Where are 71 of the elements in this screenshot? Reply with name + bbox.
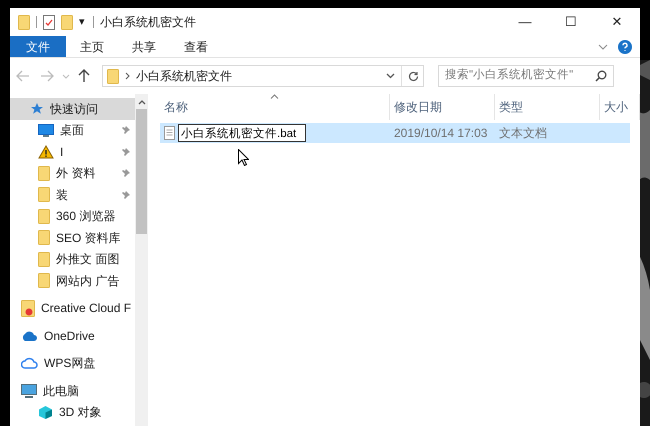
chevron-right-icon bbox=[125, 72, 130, 80]
star-icon bbox=[30, 102, 44, 116]
folder-icon bbox=[107, 68, 119, 84]
path-text: 小白系统机密文件 bbox=[136, 68, 232, 85]
column-header[interactable]: 名称 bbox=[160, 94, 390, 120]
ribbon-tab[interactable]: 文件 bbox=[10, 36, 66, 57]
pin-icon[interactable] bbox=[121, 146, 131, 157]
rename-field[interactable]: 小白系统机密文件.bat bbox=[178, 124, 306, 142]
column-header[interactable]: 类型 bbox=[495, 94, 600, 120]
help-icon[interactable] bbox=[618, 40, 632, 54]
folder-icon bbox=[38, 166, 50, 181]
pin-icon[interactable] bbox=[121, 125, 131, 136]
scrollbar-thumb[interactable] bbox=[136, 109, 147, 234]
ribbon-tab[interactable]: 主页 bbox=[66, 36, 118, 57]
sidebar-item[interactable]: 此电脑 bbox=[10, 380, 135, 402]
maximize-button[interactable]: ☐ bbox=[548, 8, 594, 36]
mouse-pointer-icon bbox=[238, 149, 249, 166]
cube-icon bbox=[38, 404, 53, 420]
search-field[interactable]: 搜索"小白系统机密文件" bbox=[438, 65, 614, 87]
cloud-icon bbox=[21, 357, 38, 370]
column-header[interactable]: 修改日期 bbox=[390, 94, 495, 120]
folder-icon bbox=[18, 14, 30, 30]
monitor-icon bbox=[38, 124, 54, 137]
folder-icon bbox=[38, 273, 50, 288]
sidebar-item[interactable]: 装 bbox=[10, 184, 135, 206]
scrollbar[interactable] bbox=[135, 94, 148, 426]
folder-icon bbox=[38, 230, 50, 246]
folder-icon bbox=[38, 252, 50, 267]
table-cell-text: 文本文档 bbox=[498, 125, 548, 142]
window-title: 小白系统机密文件 bbox=[100, 14, 196, 31]
folder-icon bbox=[38, 208, 50, 224]
sidebar-item[interactable]: 360 浏览器 bbox=[10, 206, 135, 227]
sidebar-item[interactable]: 网站内 广告 bbox=[10, 270, 135, 292]
properties-icon[interactable] bbox=[43, 14, 55, 30]
sidebar-item[interactable]: WPS网盘 bbox=[10, 352, 135, 374]
sidebar-item[interactable]: 3D 对象 bbox=[10, 402, 135, 423]
up-arrow-icon[interactable] bbox=[78, 69, 90, 83]
refresh-icon[interactable] bbox=[408, 70, 419, 82]
column-header[interactable]: 大小 bbox=[600, 94, 640, 120]
folder-icon bbox=[61, 14, 73, 30]
chevron-down-icon[interactable] bbox=[598, 44, 608, 50]
sidebar-item[interactable]: 快速访问 bbox=[10, 98, 135, 120]
table-cell-text: 2019/10/14 17:03 bbox=[393, 125, 488, 142]
warning-icon bbox=[38, 144, 54, 159]
close-button[interactable]: ✕ bbox=[594, 8, 640, 36]
folder-icon bbox=[38, 187, 50, 202]
pin-icon[interactable] bbox=[121, 168, 131, 178]
ribbon-tab[interactable]: 共享 bbox=[118, 36, 170, 57]
cloud-icon bbox=[21, 330, 38, 342]
file-row[interactable]: 小白系统机密文件.bat 2019/10/14 17:03 文本文档 bbox=[160, 123, 630, 143]
scroll-up-icon[interactable] bbox=[138, 100, 146, 105]
sidebar-item[interactable]: 外 资料 bbox=[10, 162, 135, 184]
back-arrow-icon[interactable] bbox=[16, 70, 30, 82]
sort-caret-icon bbox=[270, 94, 279, 99]
sidebar-item[interactable]: I bbox=[10, 141, 135, 162]
address-bar[interactable]: 小白系统机密文件 bbox=[102, 65, 424, 87]
sidebar-item[interactable]: 外推文 面图 bbox=[10, 248, 135, 270]
forward-arrow-icon[interactable] bbox=[40, 70, 54, 82]
chevron-down-icon[interactable] bbox=[386, 73, 395, 79]
sidebar-item[interactable]: SEO 资料库 bbox=[10, 227, 135, 248]
search-icon[interactable] bbox=[595, 70, 607, 82]
sidebar-item[interactable]: Creative Cloud F bbox=[10, 298, 135, 319]
ribbon-tab[interactable]: 查看 bbox=[170, 36, 222, 57]
minimize-button[interactable]: — bbox=[502, 8, 548, 36]
pin-icon[interactable] bbox=[121, 190, 131, 200]
folder-icon bbox=[21, 300, 35, 317]
sidebar-item[interactable]: 桌面 bbox=[10, 120, 135, 141]
customize-toolbar-button[interactable]: ▾ bbox=[77, 16, 87, 28]
text-file-icon bbox=[164, 126, 175, 140]
sidebar-item[interactable]: OneDrive bbox=[10, 325, 135, 346]
computer-icon bbox=[21, 384, 37, 398]
